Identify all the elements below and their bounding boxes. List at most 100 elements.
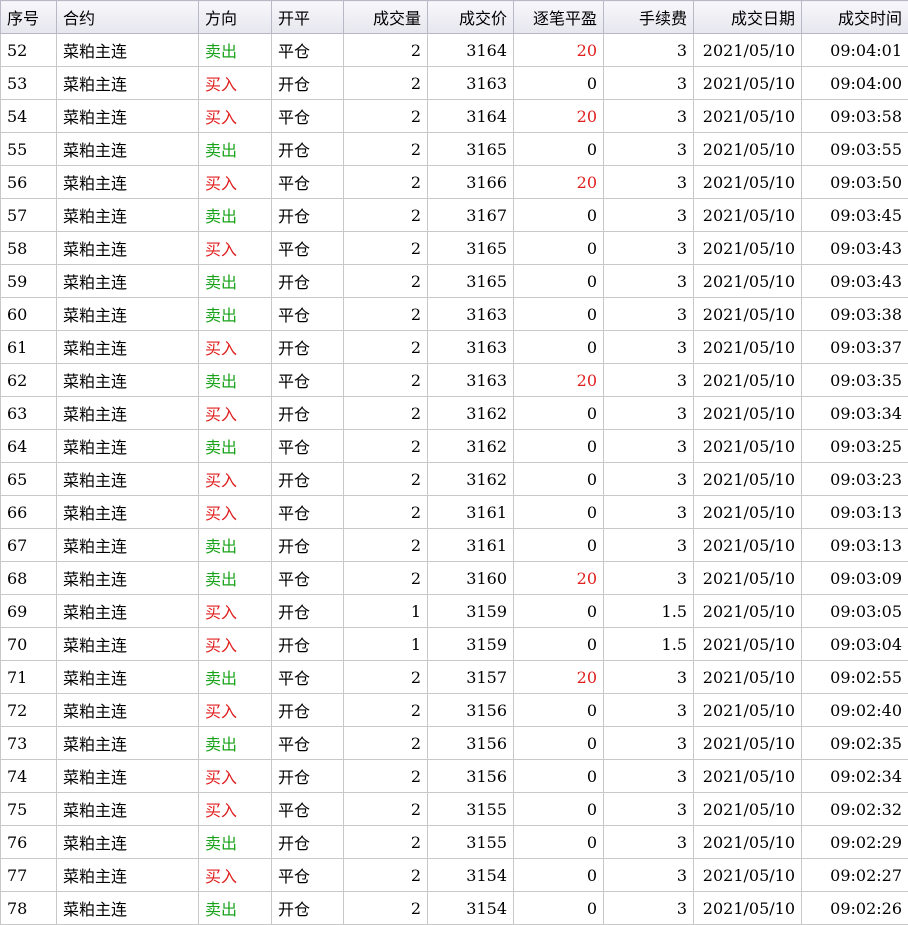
cell-volume: 2: [344, 529, 428, 562]
cell-time: 09:02:35: [802, 727, 908, 760]
table-row[interactable]: 63菜粕主连买入开仓23162032021/05/1009:03:34: [1, 397, 908, 430]
cell-direction: 卖出: [199, 892, 272, 925]
cell-pnl: 20: [514, 661, 604, 694]
cell-date: 2021/05/10: [694, 826, 802, 859]
cell-time: 09:02:34: [802, 760, 908, 793]
table-row[interactable]: 75菜粕主连买入平仓23155032021/05/1009:02:32: [1, 793, 908, 826]
cell-open-close: 开仓: [272, 892, 344, 925]
table-row[interactable]: 53菜粕主连买入开仓23163032021/05/1009:04:00: [1, 67, 908, 100]
cell-volume: 2: [344, 331, 428, 364]
cell-fee: 3: [604, 100, 694, 133]
cell-fee: 3: [604, 265, 694, 298]
cell-volume: 2: [344, 793, 428, 826]
table-row[interactable]: 65菜粕主连买入开仓23162032021/05/1009:03:23: [1, 463, 908, 496]
cell-volume: 2: [344, 562, 428, 595]
table-row[interactable]: 67菜粕主连卖出开仓23161032021/05/1009:03:13: [1, 529, 908, 562]
cell-volume: 2: [344, 34, 428, 67]
table-row[interactable]: 73菜粕主连卖出平仓23156032021/05/1009:02:35: [1, 727, 908, 760]
column-header-time[interactable]: 成交时间: [802, 1, 908, 34]
cell-contract: 菜粕主连: [57, 331, 199, 364]
cell-price: 3161: [428, 529, 514, 562]
table-row[interactable]: 60菜粕主连卖出平仓23163032021/05/1009:03:38: [1, 298, 908, 331]
cell-contract: 菜粕主连: [57, 496, 199, 529]
column-header-date[interactable]: 成交日期: [694, 1, 802, 34]
cell-pnl: 0: [514, 232, 604, 265]
cell-volume: 2: [344, 430, 428, 463]
cell-date: 2021/05/10: [694, 760, 802, 793]
table-row[interactable]: 71菜粕主连卖出平仓231572032021/05/1009:02:55: [1, 661, 908, 694]
cell-id: 54: [1, 100, 57, 133]
column-header-volume[interactable]: 成交量: [344, 1, 428, 34]
cell-volume: 2: [344, 364, 428, 397]
cell-volume: 2: [344, 166, 428, 199]
cell-price: 3165: [428, 265, 514, 298]
cell-pnl: 20: [514, 34, 604, 67]
table-row[interactable]: 54菜粕主连买入平仓231642032021/05/1009:03:58: [1, 100, 908, 133]
cell-price: 3163: [428, 67, 514, 100]
table-row[interactable]: 59菜粕主连卖出开仓23165032021/05/1009:03:43: [1, 265, 908, 298]
cell-date: 2021/05/10: [694, 562, 802, 595]
table-row[interactable]: 68菜粕主连卖出平仓231602032021/05/1009:03:09: [1, 562, 908, 595]
column-header-id[interactable]: 序号: [1, 1, 57, 34]
table-row[interactable]: 57菜粕主连卖出开仓23167032021/05/1009:03:45: [1, 199, 908, 232]
column-header-fee[interactable]: 手续费: [604, 1, 694, 34]
cell-contract: 菜粕主连: [57, 859, 199, 892]
cell-price: 3157: [428, 661, 514, 694]
cell-open-close: 开仓: [272, 397, 344, 430]
cell-id: 63: [1, 397, 57, 430]
cell-direction: 买入: [199, 397, 272, 430]
cell-open-close: 平仓: [272, 232, 344, 265]
table-row[interactable]: 55菜粕主连卖出开仓23165032021/05/1009:03:55: [1, 133, 908, 166]
cell-direction: 买入: [199, 331, 272, 364]
column-header-direction[interactable]: 方向: [199, 1, 272, 34]
cell-volume: 2: [344, 265, 428, 298]
table-row[interactable]: 69菜粕主连买入开仓1315901.52021/05/1009:03:05: [1, 595, 908, 628]
table-row[interactable]: 58菜粕主连买入平仓23165032021/05/1009:03:43: [1, 232, 908, 265]
cell-price: 3154: [428, 859, 514, 892]
cell-contract: 菜粕主连: [57, 562, 199, 595]
cell-time: 09:03:13: [802, 496, 908, 529]
cell-price: 3167: [428, 199, 514, 232]
column-header-contract[interactable]: 合约: [57, 1, 199, 34]
cell-pnl: 0: [514, 793, 604, 826]
cell-time: 09:03:13: [802, 529, 908, 562]
cell-price: 3154: [428, 892, 514, 925]
cell-id: 52: [1, 34, 57, 67]
table-row[interactable]: 72菜粕主连买入开仓23156032021/05/1009:02:40: [1, 694, 908, 727]
cell-price: 3163: [428, 298, 514, 331]
cell-volume: 1: [344, 595, 428, 628]
column-header-price[interactable]: 成交价: [428, 1, 514, 34]
cell-pnl: 0: [514, 892, 604, 925]
cell-price: 3159: [428, 628, 514, 661]
cell-volume: 2: [344, 199, 428, 232]
table-row[interactable]: 66菜粕主连买入平仓23161032021/05/1009:03:13: [1, 496, 908, 529]
cell-date: 2021/05/10: [694, 595, 802, 628]
cell-volume: 2: [344, 661, 428, 694]
table-row[interactable]: 77菜粕主连买入平仓23154032021/05/1009:02:27: [1, 859, 908, 892]
cell-volume: 2: [344, 826, 428, 859]
table-row[interactable]: 74菜粕主连买入开仓23156032021/05/1009:02:34: [1, 760, 908, 793]
cell-direction: 买入: [199, 595, 272, 628]
cell-open-close: 平仓: [272, 793, 344, 826]
cell-price: 3166: [428, 166, 514, 199]
table-row[interactable]: 61菜粕主连买入开仓23163032021/05/1009:03:37: [1, 331, 908, 364]
cell-pnl: 20: [514, 562, 604, 595]
cell-date: 2021/05/10: [694, 496, 802, 529]
table-row[interactable]: 56菜粕主连买入平仓231662032021/05/1009:03:50: [1, 166, 908, 199]
cell-fee: 3: [604, 232, 694, 265]
table-row[interactable]: 64菜粕主连卖出平仓23162032021/05/1009:03:25: [1, 430, 908, 463]
cell-pnl: 0: [514, 265, 604, 298]
table-row[interactable]: 76菜粕主连卖出开仓23155032021/05/1009:02:29: [1, 826, 908, 859]
cell-id: 58: [1, 232, 57, 265]
cell-id: 74: [1, 760, 57, 793]
cell-time: 09:04:01: [802, 34, 908, 67]
column-header-open-close[interactable]: 开平: [272, 1, 344, 34]
column-header-pnl[interactable]: 逐笔平盈: [514, 1, 604, 34]
cell-fee: 3: [604, 34, 694, 67]
table-row[interactable]: 52菜粕主连卖出平仓231642032021/05/1009:04:01: [1, 34, 908, 67]
cell-open-close: 开仓: [272, 826, 344, 859]
table-row[interactable]: 78菜粕主连卖出开仓23154032021/05/1009:02:26: [1, 892, 908, 925]
cell-contract: 菜粕主连: [57, 628, 199, 661]
table-row[interactable]: 70菜粕主连买入开仓1315901.52021/05/1009:03:04: [1, 628, 908, 661]
table-row[interactable]: 62菜粕主连卖出平仓231632032021/05/1009:03:35: [1, 364, 908, 397]
